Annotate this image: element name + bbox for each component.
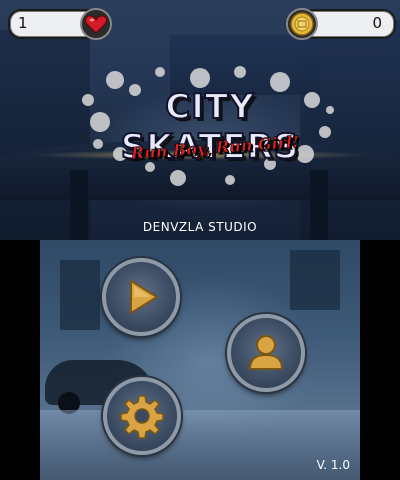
top-screen: 1 0 CITY SKATERS Run Boy, Run Girl! DENV… [0,0,400,240]
profile-button[interactable] [227,314,305,392]
lives-value: 1 [18,14,28,32]
version-label: V. 1.0 [316,458,350,472]
studio-credit: DENVZLA STUDIO [142,220,258,234]
heart-icon [80,8,112,40]
user-icon [249,335,283,370]
background-window [60,260,100,330]
coins-value: 0 [372,14,382,32]
game-logo: CITY SKATERS Run Boy, Run Girl! [80,62,340,202]
play-button[interactable] [102,258,180,336]
play-icon [130,280,158,314]
coin-icon [286,8,318,40]
background-ground [40,410,360,480]
coins-counter: 0 [286,8,396,40]
lives-counter: 1 [8,8,112,40]
settings-button[interactable] [103,377,181,455]
bottom-screen: V. 1.0 [40,240,360,480]
gear-icon [120,395,164,439]
background-window [290,250,340,310]
